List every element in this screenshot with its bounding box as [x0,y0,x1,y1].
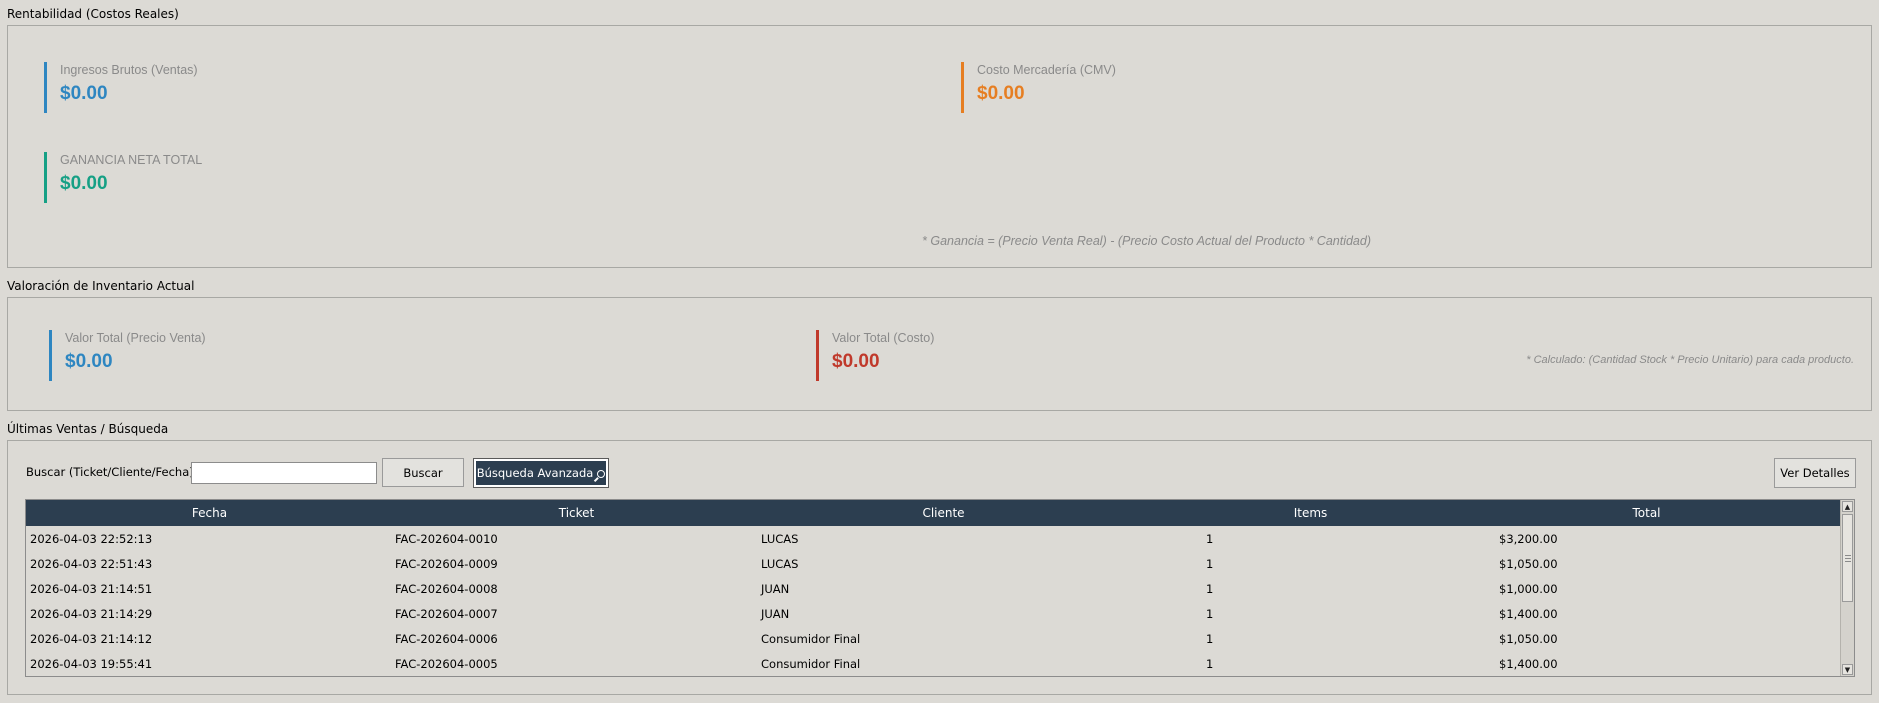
grip-line [1845,561,1851,562]
table-row[interactable]: 2026-04-03 22:52:13 FAC-202604-0010 LUCA… [26,526,1841,551]
search-input[interactable] [191,462,377,484]
table-row[interactable]: 2026-04-03 21:14:29 FAC-202604-0007 JUAN… [26,601,1841,626]
sales-table: Fecha Ticket Cliente Items Total 2026-04… [25,499,1855,677]
cell-cliente: JUAN [761,607,790,621]
column-header-total[interactable]: Total [1494,506,1799,520]
scrollbar-thumb[interactable] [1842,514,1853,602]
table-row[interactable]: 2026-04-03 22:51:43 FAC-202604-0009 LUCA… [26,551,1841,576]
cell-ticket: FAC-202604-0005 [395,657,498,671]
ingresos-value: $0.00 [60,83,108,104]
cell-ticket: FAC-202604-0010 [395,532,498,546]
scroll-down-arrow-icon[interactable]: ▼ [1842,664,1853,675]
costo-mercaderia-label: Costo Mercadería (CMV) [977,63,1116,77]
cell-total: $3,200.00 [1499,532,1558,546]
cell-total: $1,000.00 [1499,582,1558,596]
table-scrollbar[interactable]: ▲ ▼ [1840,500,1854,676]
costo-mercaderia-value: $0.00 [977,83,1025,104]
valor-costo-metric: Valor Total (Costo) $0.00 [816,330,934,381]
ventas-title: Últimas Ventas / Búsqueda [7,422,169,436]
column-header-items[interactable]: Items [1127,506,1494,520]
cell-cliente: JUAN [761,582,790,596]
inventario-title: Valoración de Inventario Actual [7,279,195,293]
valor-costo-label: Valor Total (Costo) [832,331,935,345]
costo-mercaderia-metric: Costo Mercadería (CMV) $0.00 [961,62,1116,113]
ver-detalles-button[interactable]: Ver Detalles [1774,458,1856,488]
cell-fecha: 2026-04-03 22:51:43 [30,557,153,571]
cell-cliente: Consumidor Final [761,632,861,646]
ingresos-metric: Ingresos Brutos (Ventas) $0.00 [44,62,198,113]
rentabilidad-panel: Ingresos Brutos (Ventas) $0.00 Costo Mer… [7,25,1872,268]
ganancia-neta-metric: GANANCIA NETA TOTAL $0.00 [44,152,202,203]
ganancia-note: * Ganancia = (Precio Venta Real) - (Prec… [922,234,1371,248]
cell-total: $1,400.00 [1499,657,1558,671]
ver-detalles-label: Ver Detalles [1780,466,1850,480]
advanced-search-button[interactable]: Búsqueda Avanzada [473,458,609,488]
inventario-note: * Calculado: (Cantidad Stock * Precio Un… [1526,354,1854,366]
table-row[interactable]: 2026-04-03 19:55:41 FAC-202604-0005 Cons… [26,651,1841,676]
rentabilidad-title: Rentabilidad (Costos Reales) [7,7,179,21]
search-button-label: Buscar [403,465,443,480]
cell-ticket: FAC-202604-0009 [395,557,498,571]
cell-cliente: LUCAS [761,557,799,571]
cell-items: 1 [1206,557,1214,571]
valor-costo-value: $0.00 [832,351,880,372]
grip-line [1845,555,1851,556]
cell-items: 1 [1206,582,1214,596]
cell-ticket: FAC-202604-0007 [395,607,498,621]
search-label: Buscar (Ticket/Cliente/Fecha): [26,465,198,479]
table-header: Fecha Ticket Cliente Items Total [26,500,1841,526]
cell-fecha: 2026-04-03 21:14:51 [30,582,153,596]
inventario-panel: Valor Total (Precio Venta) $0.00 Valor T… [7,297,1872,411]
table-row[interactable]: 2026-04-03 21:14:51 FAC-202604-0008 JUAN… [26,576,1841,601]
table-body: 2026-04-03 22:52:13 FAC-202604-0010 LUCA… [26,526,1841,676]
cell-total: $1,400.00 [1499,607,1558,621]
cell-fecha: 2026-04-03 22:52:13 [30,532,153,546]
cell-fecha: 2026-04-03 21:14:12 [30,632,153,646]
ganancia-neta-label: GANANCIA NETA TOTAL [60,153,203,167]
column-header-ticket[interactable]: Ticket [393,506,760,520]
column-header-cliente[interactable]: Cliente [760,506,1127,520]
valor-venta-metric: Valor Total (Precio Venta) $0.00 [49,330,206,381]
ingresos-label: Ingresos Brutos (Ventas) [60,63,198,77]
cell-fecha: 2026-04-03 21:14:29 [30,607,153,621]
search-button[interactable]: Buscar [382,458,464,487]
cell-items: 1 [1206,632,1214,646]
cell-cliente: Consumidor Final [761,657,861,671]
valor-venta-label: Valor Total (Precio Venta) [65,331,206,345]
column-header-fecha[interactable]: Fecha [26,506,393,520]
cell-items: 1 [1206,657,1214,671]
cell-cliente: LUCAS [761,532,799,546]
valor-venta-value: $0.00 [65,351,113,372]
cell-total: $1,050.00 [1499,557,1558,571]
ganancia-neta-value: $0.00 [60,173,108,194]
cell-ticket: FAC-202604-0008 [395,582,498,596]
advanced-search-label: Búsqueda Avanzada [476,466,594,480]
cell-items: 1 [1206,607,1214,621]
grip-line [1845,558,1851,559]
cell-total: $1,050.00 [1499,632,1558,646]
cell-ticket: FAC-202604-0006 [395,632,498,646]
cell-fecha: 2026-04-03 19:55:41 [30,657,153,671]
cell-items: 1 [1206,532,1214,546]
scroll-up-arrow-icon[interactable]: ▲ [1842,501,1853,512]
table-row[interactable]: 2026-04-03 21:14:12 FAC-202604-0006 Cons… [26,626,1841,651]
magnifier-icon [597,470,606,478]
